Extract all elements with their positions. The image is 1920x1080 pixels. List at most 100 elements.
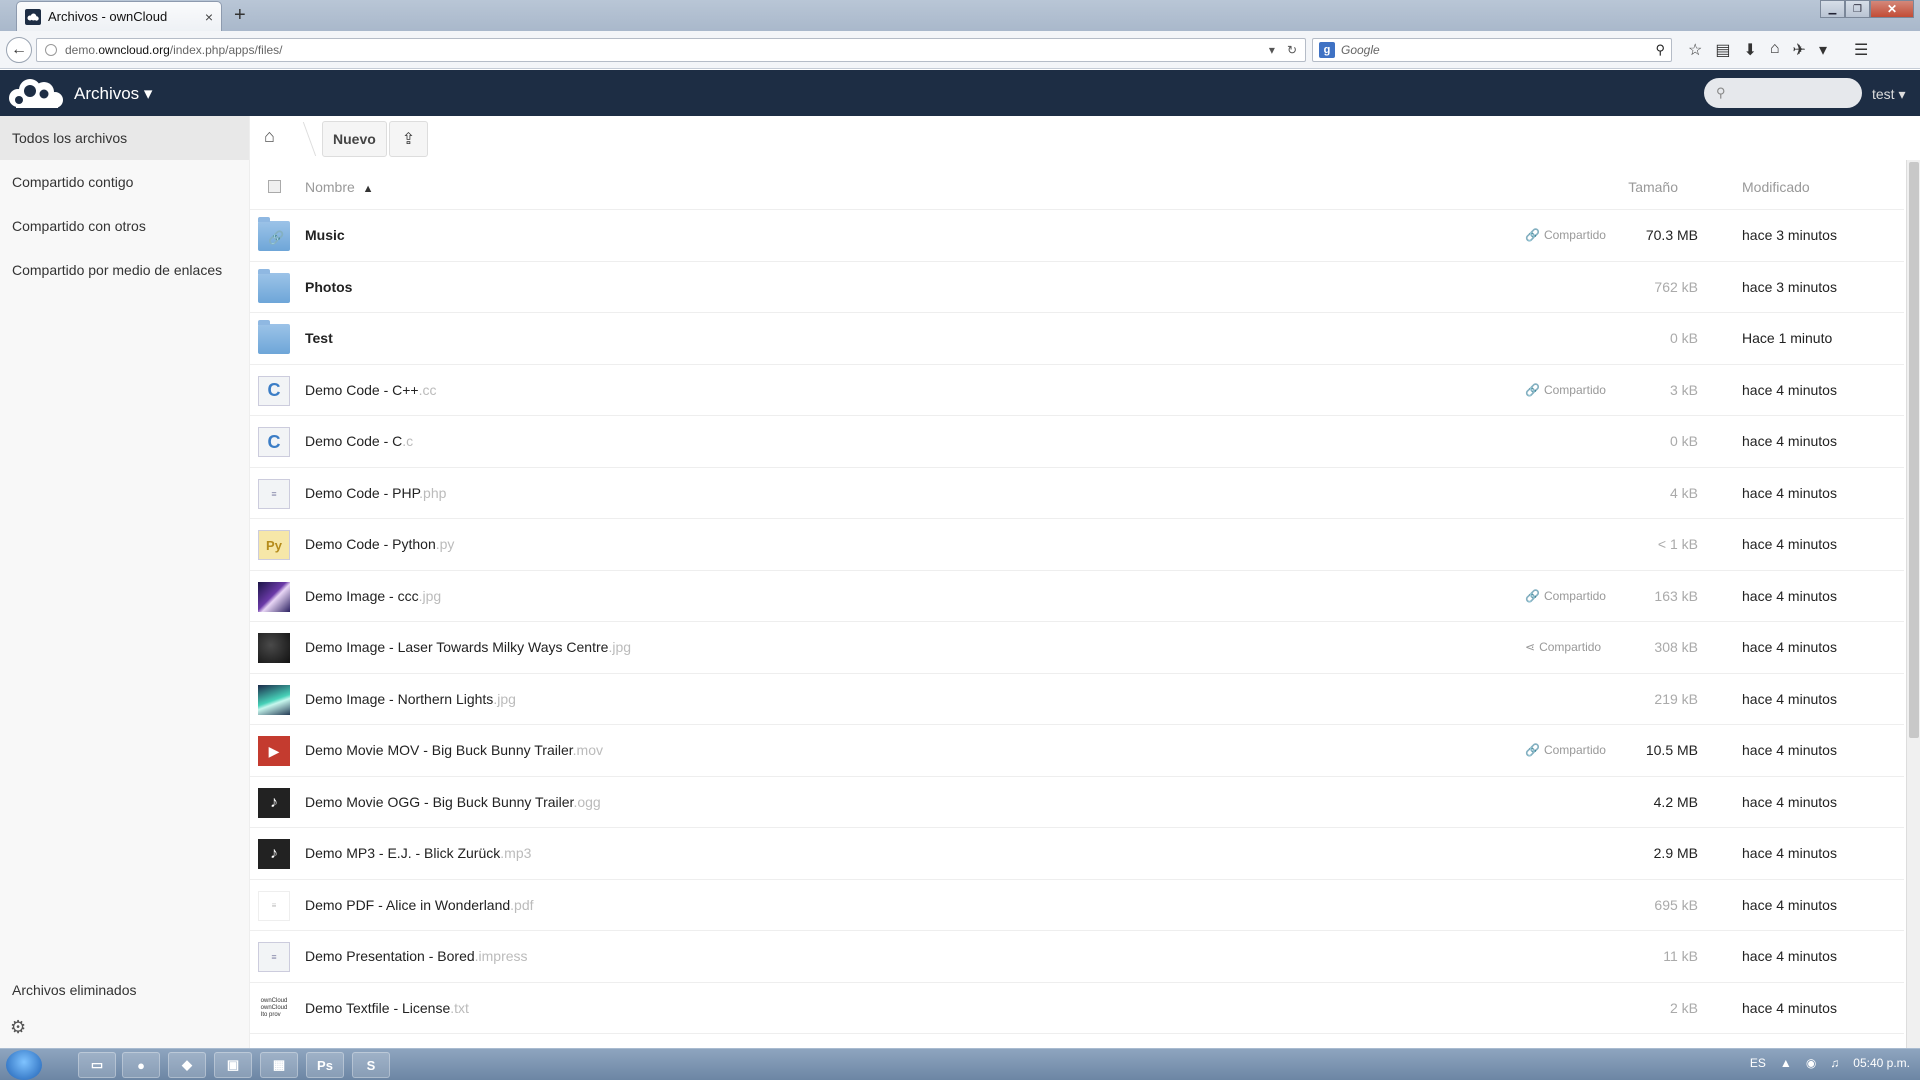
home-breadcrumb-icon[interactable]: ⌂ [264, 126, 275, 147]
file-row[interactable]: Py Demo Code - Python.py < 1 kB hace 4 minu… [250, 519, 1904, 571]
photoshop-taskbar-icon[interactable]: Ps [306, 1052, 344, 1078]
app-menu-button[interactable]: Archivos ▾ [74, 84, 152, 104]
search-magnifier-icon[interactable]: ⚲ [1655, 42, 1665, 58]
clock[interactable]: 05:40 p.m. [1853, 1056, 1910, 1070]
files-main-content: ⌂ Nuevo ⇪ Nombre ▲ Tamaño Modificado 🔗 Mu… [250, 116, 1920, 1048]
file-name[interactable]: Demo Movie MOV - Big Buck Bunny Trailer.… [305, 742, 603, 758]
user-menu[interactable]: test ▾ [1872, 86, 1905, 103]
reload-icon[interactable]: ↻ [1287, 43, 1297, 57]
file-row[interactable]: ownCloud ownCloud Ito prov Demo Textfile - … [250, 983, 1904, 1034]
file-row[interactable]: ▶ Demo Movie MOV - Big Buck Bunny Trailer… [250, 725, 1904, 777]
language-indicator[interactable]: ES [1750, 1056, 1766, 1070]
minimize-button[interactable]: ▁ [1820, 0, 1845, 18]
file-name[interactable]: Demo Image - Northern Lights.jpg [305, 691, 516, 707]
sidebar-item-shared-with-others[interactable]: Compartido con otros [0, 204, 249, 248]
share-action[interactable]: ⋖ Compartido [1525, 640, 1601, 654]
file-row[interactable]: ≡ Demo Presentation - Bored.impress 11 kB h… [250, 931, 1904, 983]
file-extension: .ogg [573, 793, 601, 810]
file-row[interactable]: Test 0 kB Hace 1 minuto [250, 313, 1904, 365]
file-name[interactable]: Demo Code - PHP.php [305, 485, 446, 501]
select-all-checkbox[interactable] [268, 180, 281, 193]
explorer-taskbar-icon[interactable]: ▭ [78, 1052, 116, 1078]
file-modified: hace 4 minutos [1742, 433, 1837, 449]
firefox-taskbar-icon[interactable]: ● [122, 1052, 160, 1078]
share-action[interactable]: 🔗 Compartido [1525, 743, 1606, 757]
file-name[interactable]: Demo Code - Python.py [305, 536, 454, 552]
address-bar[interactable]: demo.owncloud.org/index.php/apps/files/ … [36, 38, 1306, 62]
dropdown-arrow-icon[interactable]: ▾ [1269, 43, 1275, 57]
file-modified: hace 4 minutos [1742, 690, 1837, 707]
notes-taskbar-icon[interactable]: ▣ [214, 1052, 252, 1078]
file-name[interactable]: Demo MP3 - E.J. - Blick Zurück.mp3 [305, 845, 531, 861]
back-arrow-icon[interactable]: ← [6, 37, 32, 63]
file-row[interactable]: 🔗 Music 🔗 Compartido 70.3 MB hace 3 minutos [250, 210, 1904, 262]
file-name[interactable]: Music [305, 227, 345, 243]
owncloud-logo-icon[interactable] [6, 76, 66, 110]
browser-tab[interactable]: Archivos - ownCloud × [16, 1, 222, 31]
addon-icon[interactable]: ✈ [1793, 40, 1806, 60]
files-table-header: Nombre ▲ Tamaño Modificado [250, 166, 1904, 210]
file-name[interactable]: Demo Image - ccc.jpg [305, 588, 441, 604]
tray-expand-icon[interactable]: ▲ [1780, 1056, 1792, 1070]
upload-icon[interactable]: ⇪ [389, 121, 428, 157]
skype-taskbar-icon[interactable]: S [352, 1052, 390, 1078]
column-header-name[interactable]: Nombre ▲ [305, 179, 373, 195]
new-button[interactable]: Nuevo [322, 121, 387, 157]
file-row[interactable]: ≡ Demo Code - PHP.php 4 kB hace 4 minutos [250, 468, 1904, 519]
c-code-file-icon: C [258, 375, 290, 406]
volume-icon[interactable]: ♫ [1830, 1056, 1839, 1070]
sidebar-item-deleted-files[interactable]: Archivos eliminados [0, 968, 250, 1012]
file-row[interactable]: Demo Image - ccc.jpg 🔗 Compartido 163 kB hac… [250, 571, 1904, 622]
file-row[interactable]: Demo Image - Northern Lights.jpg 219 kB ha… [250, 674, 1904, 725]
file-name[interactable]: Test [305, 330, 333, 346]
link-icon: 🔗 [1525, 228, 1540, 242]
sidebar-item-shared-with-you[interactable]: Compartido contigo [0, 160, 249, 204]
app-taskbar-icon[interactable]: ◆ [168, 1052, 206, 1078]
download-icon[interactable]: ⬇ [1743, 40, 1756, 60]
google-icon[interactable]: g [1319, 42, 1335, 58]
file-row[interactable]: ≡ Demo PDF - Alice in Wonderland.pdf 695 k… [250, 880, 1904, 931]
new-tab-button[interactable]: + [234, 4, 246, 26]
sidebar-item-all-files[interactable]: Todos los archivos [0, 116, 249, 160]
bookmarks-list-icon[interactable]: ▤ [1715, 40, 1730, 60]
network-icon[interactable]: ◉ [1806, 1056, 1816, 1070]
tab-close-icon[interactable]: × [205, 9, 213, 25]
file-row[interactable]: ♪ Demo Movie OGG - Big Buck Bunny Trailer… [250, 777, 1904, 828]
file-row[interactable]: ♪ Demo MP3 - E.J. - Blick Zurück.mp3 2.9 M… [250, 828, 1904, 880]
scrollbar[interactable] [1906, 160, 1920, 1048]
file-row[interactable]: C Demo Code - C.c 0 kB hace 4 minutos [250, 416, 1904, 468]
maximize-button[interactable]: ❐ [1845, 0, 1870, 18]
text-file-icon: ownCloud ownCloud Ito prov [258, 993, 290, 1024]
file-name[interactable]: Demo Movie OGG - Big Buck Bunny Trailer.… [305, 794, 601, 810]
start-button[interactable] [6, 1050, 42, 1080]
file-size: 2.9 MB [1653, 845, 1698, 861]
file-row[interactable]: C Demo Code - C++.cc 🔗 Compartido 3 kB hace 4… [250, 365, 1904, 416]
file-size: < 1 kB [1657, 536, 1698, 552]
column-header-size[interactable]: Tamaño [1628, 179, 1678, 195]
share-action[interactable]: 🔗 Compartido [1525, 383, 1606, 397]
column-header-modified[interactable]: Modificado [1742, 179, 1810, 195]
menu-hamburger-icon[interactable]: ☰ [1854, 40, 1868, 60]
calculator-taskbar-icon[interactable]: ▦ [260, 1052, 298, 1078]
bookmark-star-icon[interactable]: ☆ [1688, 40, 1702, 60]
file-name[interactable]: Demo Textfile - License.txt [305, 1000, 469, 1016]
file-name[interactable]: Demo Code - C.c [305, 433, 413, 449]
file-name[interactable]: Demo PDF - Alice in Wonderland.pdf [305, 897, 534, 913]
file-name[interactable]: Demo Code - C++.cc [305, 382, 437, 398]
browser-search-box[interactable]: g Google ⚲ [1312, 38, 1672, 62]
file-name[interactable]: Photos [305, 279, 352, 295]
home-icon[interactable]: ⌂ [1770, 40, 1780, 60]
file-row[interactable]: Demo Image - Laser Towards Milky Ways Ce… [250, 622, 1904, 674]
file-name[interactable]: Demo Presentation - Bored.impress [305, 948, 528, 964]
share-action[interactable]: 🔗 Compartido [1525, 589, 1606, 603]
scrollbar-thumb[interactable] [1909, 162, 1919, 738]
more-chevron-icon[interactable]: ▾ [1819, 40, 1827, 60]
owncloud-search-input[interactable]: ⚲ [1704, 78, 1862, 108]
file-row[interactable]: Photos 762 kB hace 3 minutos [250, 262, 1904, 313]
file-name[interactable]: Demo Image - Laser Towards Milky Ways Ce… [305, 639, 631, 655]
sidebar-item-shared-by-link[interactable]: Compartido por medio de enlaces [0, 248, 249, 292]
settings-gear-icon[interactable]: ⚙ [10, 1017, 26, 1038]
close-window-button[interactable]: ✕ [1870, 0, 1914, 18]
share-action[interactable]: 🔗 Compartido [1525, 228, 1606, 242]
file-extension: .mp3 [500, 845, 532, 861]
